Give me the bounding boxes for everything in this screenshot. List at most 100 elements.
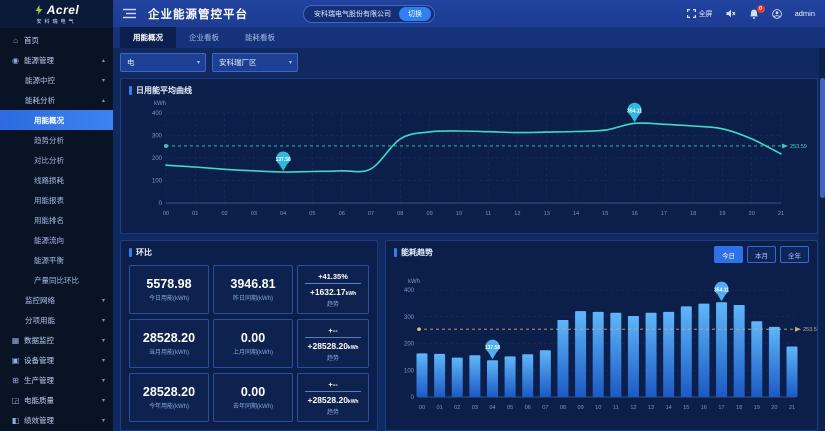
menu-collapse-icon[interactable] [123,8,136,19]
tab-2[interactable]: 能耗看板 [232,27,288,48]
sidebar-item-6[interactable]: 对比分析 [0,150,113,170]
sidebar-item-19[interactable]: ◧绩效管理▾ [0,410,113,430]
svg-text:kWh: kWh [154,101,166,107]
filter-select-1[interactable]: 安科瑞厂区▾ [212,53,298,72]
metric-cell-2-1: 0.00去年同期(kWh) [213,373,293,422]
sidebar-item-0[interactable]: ⌂首页 [0,30,113,50]
svg-text:08: 08 [397,211,403,217]
svg-text:07: 07 [542,405,548,411]
sidebar-item-7[interactable]: 线路损耗 [0,170,113,190]
trend-unit: kWh [348,345,359,351]
svg-text:14: 14 [666,405,672,411]
svg-text:354.11: 354.11 [714,287,729,293]
tab-1[interactable]: 企业看板 [176,27,232,48]
switch-company-button[interactable]: 切换 [399,7,431,21]
logo-subtitle: 安科瑞电气 [36,18,76,25]
chevron-down-icon: ▾ [197,59,200,66]
svg-text:00: 00 [163,211,169,217]
trend-cell-1: +--+28528.20kWh趋势 [297,319,369,368]
svg-text:18: 18 [690,211,696,217]
svg-text:11: 11 [613,405,619,411]
energy-icon: ◉ [10,56,21,65]
sidebar-menu: ⌂首页 ◉能源管理 ▴ 能源中控▾能耗分析▴ 用能概况趋势分析对比分析线路损耗用能报表用… [0,30,113,431]
svg-text:kWh: kWh [408,279,420,285]
sidebar-item-1[interactable]: ◉能源管理 ▴ [0,50,113,70]
topbar-actions: 全屏 0 admin [687,9,815,19]
fullscreen-button[interactable]: 全屏 [687,9,713,19]
sidebar-item-label: 用能概况 [34,115,64,126]
svg-text:137.58: 137.58 [275,157,291,163]
range-button-0[interactable]: 今日 [714,246,743,263]
sidebar-item-17[interactable]: ⊞生产管理▾ [0,370,113,390]
sidebar-item-label: 数据监控 [24,335,54,346]
svg-text:17: 17 [718,405,724,411]
scrollbar-track[interactable] [819,48,825,431]
svg-text:300: 300 [152,134,163,140]
svg-text:06: 06 [525,405,531,411]
svg-text:19: 19 [754,405,760,411]
sidebar-item-9[interactable]: 用能排名 [0,210,113,230]
sidebar-item-15[interactable]: ▦数据监控▾ [0,330,113,350]
sidebar-item-10[interactable]: 能源流向 [0,230,113,250]
svg-text:15: 15 [683,405,689,411]
svg-text:13: 13 [544,211,550,217]
trend-percent: +41.35% [318,272,348,281]
metric-cell-1-1: 0.00上月同期(kWh) [213,319,293,368]
sidebar-item-label: 用能排名 [34,215,64,226]
svg-text:100: 100 [152,179,163,185]
svg-text:08: 08 [560,405,566,411]
sidebar-item-14[interactable]: 分项用能▾ [0,310,113,330]
data-icon: ▦ [10,336,21,345]
scrollbar-thumb[interactable] [820,78,825,198]
svg-text:137.58: 137.58 [485,345,501,351]
svg-text:00: 00 [419,405,425,411]
select-value: 电 [127,57,135,68]
metric-value: 0.00 [241,385,265,399]
page-title: 企业能源管控平台 [148,6,248,22]
svg-text:400: 400 [404,288,415,294]
tab-0[interactable]: 用能概况 [120,27,176,48]
svg-text:09: 09 [426,211,432,217]
svg-text:05: 05 [507,405,513,411]
metric-label: 当月用能(kWh) [149,347,189,356]
filter-select-0[interactable]: 电▾ [120,53,206,72]
user-avatar-button[interactable] [772,9,782,19]
chevron-down-icon: ▾ [102,417,105,424]
range-button-2[interactable]: 全年 [780,246,809,263]
trend-label: 趋势 [327,299,339,308]
svg-text:11: 11 [485,211,491,217]
svg-text:20: 20 [771,405,777,411]
sidebar-item-11[interactable]: 能源平衡 [0,250,113,270]
notifications-button[interactable]: 0 [749,9,759,19]
chevron-down-icon: ▾ [102,377,105,384]
sidebar-item-label: 能耗分析 [25,95,55,106]
sidebar-item-16[interactable]: ▣设备管理▾ [0,350,113,370]
svg-text:05: 05 [309,211,315,217]
sidebar-item-label: 能源平衡 [34,255,64,266]
topbar: 企业能源管控平台 安科瑞电气股份有限公司 切换 全屏 0 [113,0,825,27]
chevron-up-icon: ▴ [102,57,105,64]
sidebar-item-18[interactable]: ◲电能质量▾ [0,390,113,410]
sidebar-item-label: 产量同比环比 [34,275,79,286]
svg-text:100: 100 [404,368,415,374]
device-icon: ▣ [10,356,21,365]
range-button-1[interactable]: 本月 [747,246,776,263]
sidebar-item-3[interactable]: 能耗分析▴ [0,90,113,110]
sidebar-item-12[interactable]: 产量同比环比 [0,270,113,290]
metric-cell-0-1: 3946.81昨日同期(kWh) [213,265,293,314]
sidebar-item-5[interactable]: 趋势分析 [0,130,113,150]
sidebar-item-2[interactable]: 能源中控▾ [0,70,113,90]
announcement-button[interactable] [726,9,736,18]
svg-text:10: 10 [456,211,462,217]
sidebar-item-13[interactable]: 监控网络▾ [0,290,113,310]
sidebar-item-label: 能源管理 [24,55,54,66]
performance-icon: ◧ [10,416,21,425]
svg-text:07: 07 [368,211,374,217]
svg-text:253.5: 253.5 [803,327,817,333]
svg-text:09: 09 [577,405,583,411]
user-menu[interactable]: admin [795,9,815,18]
fullscreen-icon [687,9,696,18]
home-icon: ⌂ [10,36,21,45]
sidebar-item-8[interactable]: 用能报表 [0,190,113,210]
sidebar-item-4[interactable]: 用能概况 [0,110,113,130]
